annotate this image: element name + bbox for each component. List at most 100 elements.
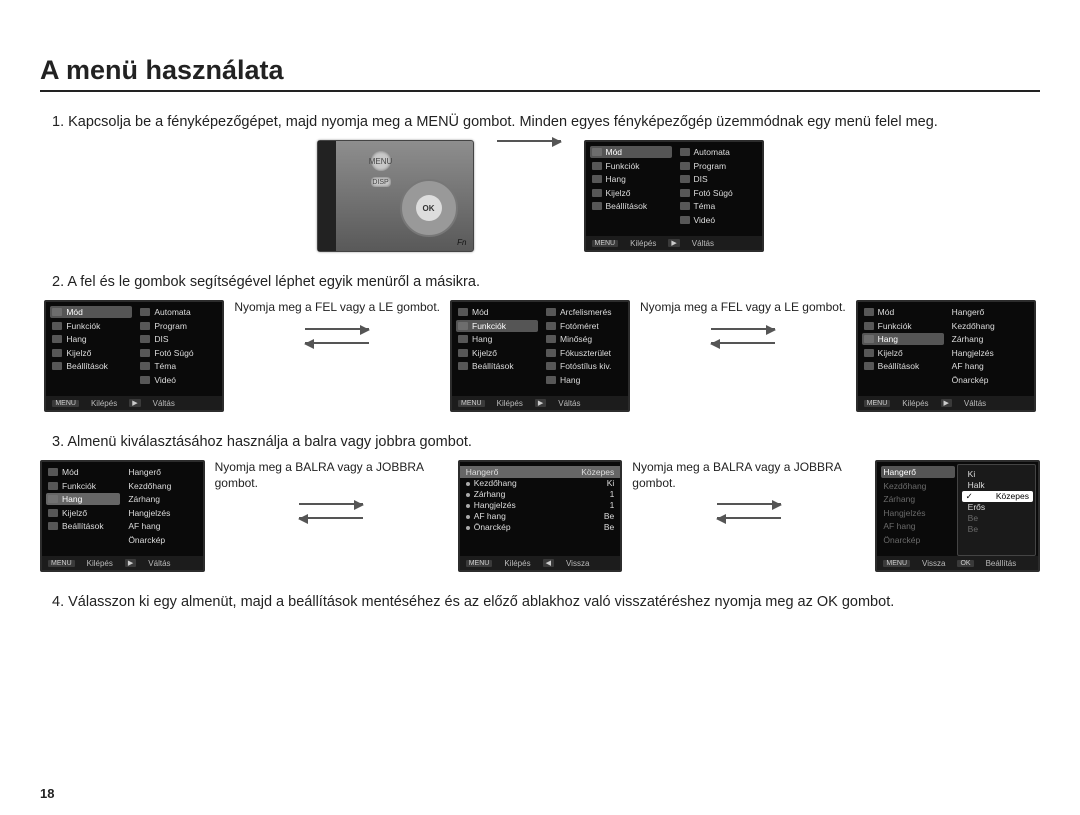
menu-badge: MENU: [592, 240, 619, 247]
list-item: Hangjelzés: [881, 507, 954, 519]
arrow-right-icon: [299, 503, 363, 505]
step-1-figure-row: MENU DISP OK Fn Mód Funkciók Hang Kijelz…: [40, 140, 1040, 252]
list-item: Kezdőhang: [126, 480, 200, 492]
list-item: Kezdőhang: [881, 480, 954, 492]
list-item: Funkciók: [50, 320, 132, 332]
list-item: DIS: [678, 173, 760, 185]
step-3-text: 3. Almenü kiválasztásához használja a ba…: [40, 434, 1040, 450]
disp-button-icon: DISP: [371, 177, 391, 187]
right-icon: ▶: [668, 239, 679, 247]
list-item: Hangerő: [950, 306, 1032, 318]
list-item: Beállítások: [590, 200, 672, 212]
list-item: ÖnarcképBe: [460, 522, 621, 533]
list-item: Mód: [46, 466, 120, 478]
arrow-left-icon: [305, 342, 369, 344]
menu-button-icon: MENU: [371, 151, 391, 171]
list-item: Mód: [456, 306, 538, 318]
step-2-text: 2. A fel és le gombok segítségével léphe…: [40, 274, 1040, 290]
list-item: Hangerő: [126, 466, 200, 478]
step-3-figure-row: Mód Funkciók Hang Kijelző Beállítások Ha…: [40, 460, 1040, 572]
list-item-selected: Hangerő Közepes: [460, 466, 621, 478]
list-item: AF hang: [950, 360, 1032, 372]
list-item: Fotó Súgó: [678, 187, 760, 199]
arrow-set-2a: Nyomja meg a FEL vagy a LE gombot.: [234, 300, 440, 344]
list-item: Kijelző: [50, 347, 132, 359]
arrow-left-icon: [711, 342, 775, 344]
list-item: Beállítások: [862, 360, 944, 372]
list-item: Hang: [862, 333, 944, 345]
list-item: Funkciók: [456, 320, 538, 332]
list-item: AF hang: [126, 520, 200, 532]
list-item: Hangjelzés1: [460, 500, 621, 511]
list-item: Funkciók: [590, 160, 672, 172]
list-item: Fotóméret: [544, 320, 626, 332]
list-item: Téma: [138, 360, 220, 372]
lcd-screen-f: Hangerő Kezdőhang Zárhang Hangjelzés AF …: [875, 460, 1040, 572]
list-item: Beállítások: [46, 520, 120, 532]
option-item: Be: [962, 513, 1033, 524]
list-item: AF hangBe: [460, 511, 621, 522]
arrow-right-icon: [717, 503, 781, 505]
camera-icon: [592, 148, 602, 156]
list-item: Önarckép: [881, 534, 954, 546]
arrow-set-3a: Nyomja meg a BALRA vagy a JOBBRA gombot.: [215, 460, 448, 519]
step-4-text: 4. Válasszon ki egy almenüt, majd a beál…: [40, 594, 1040, 610]
lcd-footer: MENU Kilépés ▶ Váltás: [586, 236, 762, 250]
arrow-right-icon: [711, 328, 775, 330]
list-item: AF hang: [881, 520, 954, 532]
option-item: Be: [962, 524, 1033, 535]
list-item: Zárhang: [126, 493, 200, 505]
arrow-right-icon: [305, 328, 369, 330]
camera-illustration: MENU DISP OK Fn: [317, 140, 474, 252]
caption-leftright: Nyomja meg a BALRA vagy a JOBBRA gombot.: [632, 460, 865, 491]
caption-updown: Nyomja meg a FEL vagy a LE gombot.: [234, 300, 440, 316]
list-item: Automata: [678, 146, 760, 158]
option-item: Halk: [962, 480, 1033, 491]
step-1-text: 1. Kapcsolja be a fényképezőgépet, majd …: [40, 114, 1040, 130]
ok-button-icon: OK: [416, 195, 442, 221]
list-item: Kijelző: [456, 347, 538, 359]
list-item: Hangerő: [881, 466, 954, 478]
arrow-left-icon: [299, 517, 363, 519]
list-item: DIS: [138, 333, 220, 345]
option-item: Ki: [962, 469, 1033, 480]
list-item: Önarckép: [126, 534, 200, 546]
list-item: Mód: [590, 146, 672, 158]
list-item: Hang: [544, 374, 626, 386]
list-item: Mód: [50, 306, 132, 318]
list-item: KezdőhangKi: [460, 478, 621, 489]
arrow-set-3b: Nyomja meg a BALRA vagy a JOBBRA gombot.: [632, 460, 865, 519]
arrow-set-2b: Nyomja meg a FEL vagy a LE gombot.: [640, 300, 846, 344]
list-item: Zárhang: [950, 333, 1032, 345]
list-item: Hangjelzés: [950, 347, 1032, 359]
list-item: Hangjelzés: [126, 507, 200, 519]
caption-updown: Nyomja meg a FEL vagy a LE gombot.: [640, 300, 846, 316]
lcd-screen-b: Mód Funkciók Hang Kijelző Beállítások Ar…: [450, 300, 630, 412]
list-item: Funkciók: [46, 480, 120, 492]
list-item: Fókuszterület: [544, 347, 626, 359]
list-item: Beállítások: [456, 360, 538, 372]
list-item: Hang: [590, 173, 672, 185]
page-title: A menü használata: [40, 55, 1040, 86]
nav-ring-icon: OK: [400, 179, 458, 237]
list-item: Hang: [456, 333, 538, 345]
list-item: Fotóstílus kiv.: [544, 360, 626, 372]
arrow-right-icon: [497, 140, 561, 142]
option-item: Erős: [962, 502, 1033, 513]
title-rule: [40, 90, 1040, 92]
list-item: Program: [138, 320, 220, 332]
caption-leftright: Nyomja meg a BALRA vagy a JOBBRA gombot.: [215, 460, 448, 491]
list-item: Kezdőhang: [950, 320, 1032, 332]
list-item: Önarckép: [950, 374, 1032, 386]
fn-label: Fn: [457, 238, 466, 247]
list-item: Fotó Súgó: [138, 347, 220, 359]
lcd-screen-a: Mód Funkciók Hang Kijelző Beállítások Au…: [44, 300, 224, 412]
lcd-screen-d: Mód Funkciók Hang Kijelző Beállítások Ha…: [40, 460, 205, 572]
step-2-figure-row: Mód Funkciók Hang Kijelző Beállítások Au…: [40, 300, 1040, 412]
list-item: Program: [678, 160, 760, 172]
option-item-selected: ✓ Közepes: [962, 491, 1033, 502]
list-item: Kijelző: [46, 507, 120, 519]
list-item: Funkciók: [862, 320, 944, 332]
list-item: Kijelző: [590, 187, 672, 199]
lcd-screen-e: Hangerő Közepes KezdőhangKi Zárhang1 Han…: [458, 460, 623, 572]
